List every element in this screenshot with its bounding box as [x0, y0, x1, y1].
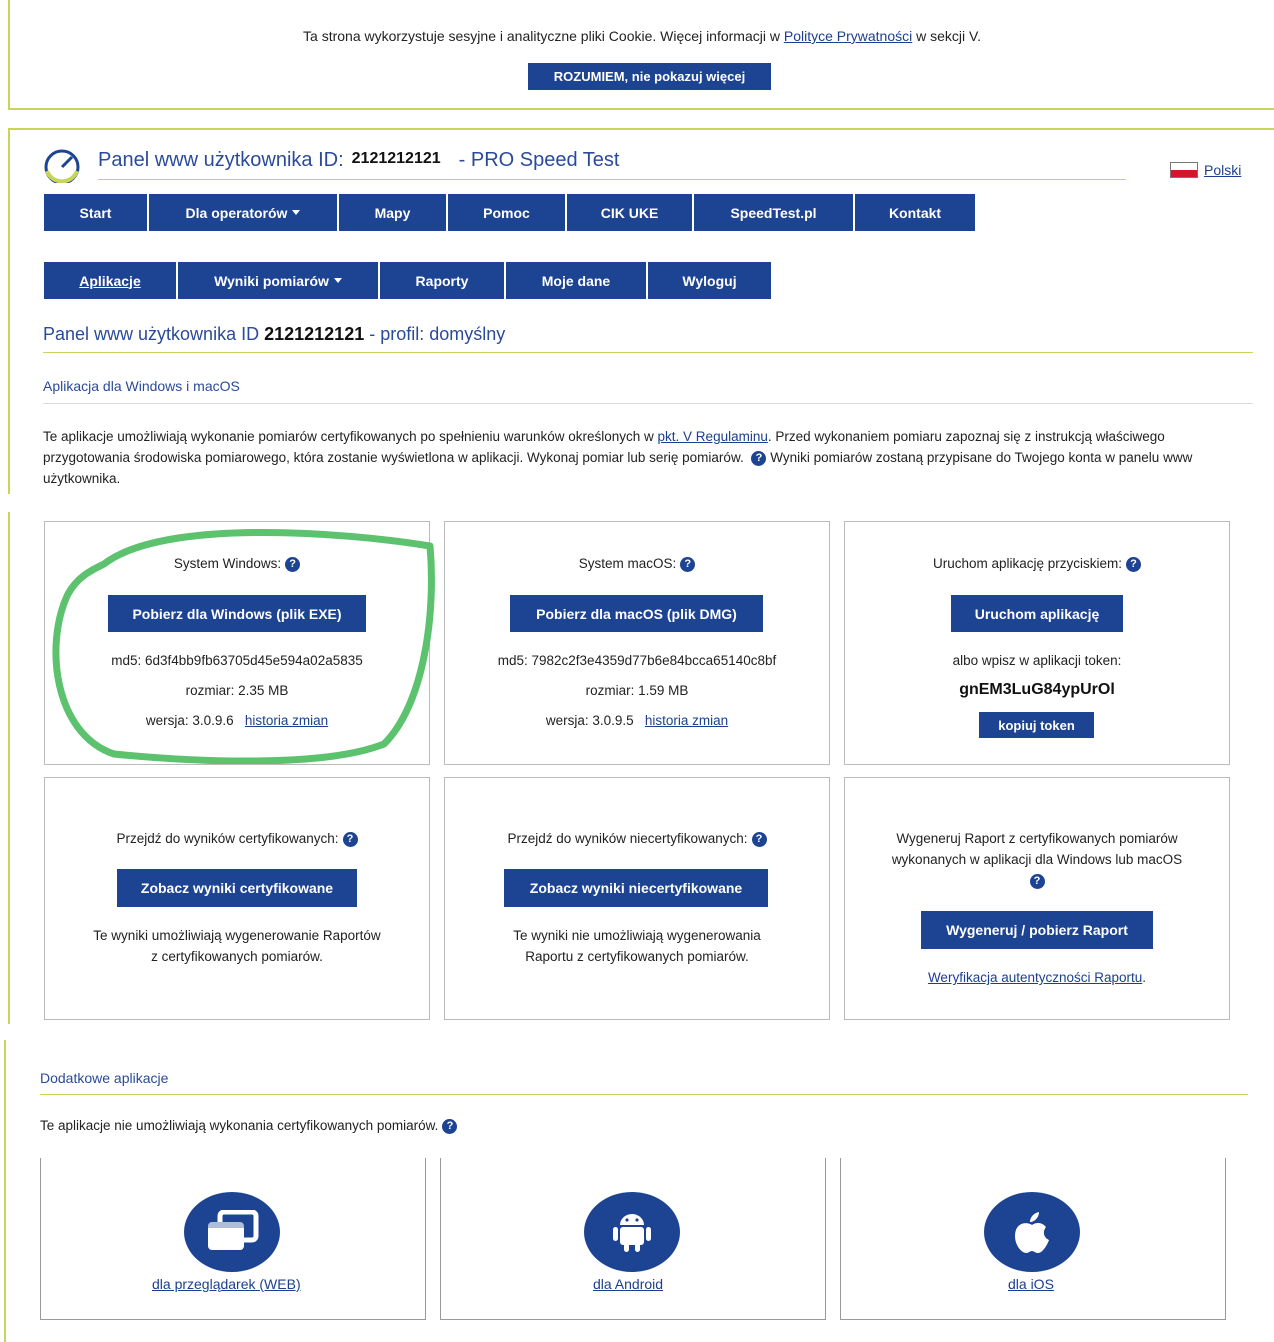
help-icon[interactable]: ?: [680, 556, 696, 572]
launch-app-button[interactable]: Uruchom aplikację: [951, 595, 1123, 632]
android-app-column: dla Android: [440, 1158, 826, 1320]
nav-contact[interactable]: Kontakt: [855, 194, 977, 231]
extra-divider: [40, 1094, 1248, 1095]
caret-down-icon: [333, 278, 342, 283]
user-id: 2121212121: [351, 150, 441, 167]
report-help: ?: [845, 873, 1229, 889]
verify-report-link[interactable]: Weryfikacja autentyczności Raportu: [928, 970, 1142, 985]
ios-app-column: dla iOS: [840, 1158, 1226, 1320]
panel-title: Panel www użytkownika ID: 2121212121- PRO…: [98, 149, 620, 171]
token-instruction: albo wpisz w aplikacji token:: [952, 653, 1122, 668]
download-macos-button[interactable]: Pobierz dla macOS (plik DMG): [510, 595, 763, 632]
nav-my-data[interactable]: Moje dane: [506, 262, 648, 299]
launch-card: Uruchom aplikację przyciskiem:? Uruchom …: [844, 521, 1230, 765]
section-divider: [43, 403, 1253, 404]
report-label-1: Wygeneruj Raport z certyfikowanych pomia…: [896, 831, 1178, 846]
help-icon[interactable]: ?: [751, 831, 767, 847]
browser-windows-icon[interactable]: [184, 1192, 280, 1272]
windows-history-link[interactable]: historia zmian: [245, 713, 328, 728]
grid-accent-border: [8, 512, 10, 1024]
certified-label: Przejdź do wyników certyfikowanych:?: [45, 831, 429, 847]
windows-md5: md5: 6d3f4bb9fb63705d45e594a02a5835: [111, 653, 363, 668]
generate-report-button[interactable]: Wygeneruj / pobierz Raport: [921, 911, 1153, 949]
macos-history-link[interactable]: historia zmian: [645, 713, 728, 728]
android-icon[interactable]: [584, 1192, 680, 1272]
help-icon[interactable]: ?: [1029, 873, 1045, 889]
help-icon[interactable]: ?: [442, 1118, 458, 1134]
nav-help[interactable]: Pomoc: [448, 194, 567, 231]
windows-version-row: wersja: 3.0.9.6 historia zmian: [145, 713, 329, 728]
nav-maps[interactable]: Mapy: [339, 194, 448, 231]
uncertified-results-button[interactable]: Zobacz wyniki niecertyfikowane: [504, 869, 768, 907]
section-heading: Aplikacja dla Windows i macOS: [43, 378, 240, 394]
macos-label: System macOS:?: [445, 556, 829, 572]
windows-label: System Windows:?: [45, 556, 429, 572]
ios-app-link[interactable]: dla iOS: [1008, 1276, 1054, 1292]
uncertified-note-1: Te wyniki nie umożliwiają wygenerowania: [513, 928, 761, 943]
web-app-column: dla przeglądarek (WEB): [40, 1158, 426, 1320]
report-card: Wygeneruj Raport z certyfikowanych pomia…: [844, 777, 1230, 1020]
apple-glyph: [1015, 1212, 1049, 1253]
token-value: gnEM3LuG84ypUrOl: [959, 681, 1115, 698]
help-icon[interactable]: ?: [285, 556, 301, 572]
verify-row: Weryfikacja autentyczności Raportu.: [927, 970, 1147, 985]
user-nav: Aplikacje Wyniki pomiarów Raporty Moje d…: [44, 262, 773, 299]
subtitle-divider: [43, 352, 1253, 353]
section-intro: Te aplikacje umożliwiają wykonanie pomia…: [43, 429, 1193, 486]
certified-note-2: z certyfikowanych pomiarów.: [151, 949, 323, 964]
extra-accent-border: [4, 1040, 6, 1342]
uncertified-note-2: Raportu z certyfikowanych pomiarów.: [525, 949, 749, 964]
nav-operators[interactable]: Dla operatorów: [149, 194, 339, 231]
certified-results-button[interactable]: Zobacz wyniki certyfikowane: [117, 869, 357, 907]
poland-flag-icon: [1170, 162, 1198, 178]
main-nav: Start Dla operatorów Mapy Pomoc CIK UKE …: [44, 194, 977, 231]
macos-md5: md5: 7982c2f3e4359d77b6e84bcca65140c8bf: [497, 653, 777, 668]
android-glyph: [613, 1214, 651, 1252]
cookie-bar: Ta strona wykorzystuje sesyjne i anality…: [8, 0, 1274, 110]
nav-speedtest[interactable]: SpeedTest.pl: [694, 194, 855, 231]
copy-token-button[interactable]: kopiuj token: [979, 712, 1094, 738]
macos-card: System macOS:? Pobierz dla macOS (plik D…: [444, 521, 830, 765]
certified-note-1: Te wyniki umożliwiają wygenerowanie Rapo…: [93, 928, 381, 943]
speedometer-icon: [44, 149, 80, 183]
macos-version-row: wersja: 3.0.9.5 historia zmian: [545, 713, 729, 728]
macos-size: rozmiar: 1.59 MB: [585, 683, 689, 698]
nav-reports[interactable]: Raporty: [380, 262, 506, 299]
nav-results[interactable]: Wyniki pomiarów: [178, 262, 380, 299]
language-switcher[interactable]: Polski: [1170, 162, 1241, 178]
uncertified-card: Przejdź do wyników niecertyfikowanych:? …: [444, 777, 830, 1020]
privacy-policy-link[interactable]: Polityce Prywatności: [784, 28, 912, 44]
extra-heading: Dodatkowe aplikacje: [40, 1070, 169, 1086]
language-link[interactable]: Polski: [1204, 162, 1241, 178]
caret-down-icon: [292, 210, 301, 215]
nav-apps[interactable]: Aplikacje: [44, 262, 178, 299]
cookie-accept-button[interactable]: ROZUMIEM, nie pokazuj więcej: [528, 63, 771, 90]
nav-start[interactable]: Start: [44, 194, 149, 231]
help-icon[interactable]: ?: [342, 831, 358, 847]
report-label-2: wykonanych w aplikacji dla Windows lub m…: [891, 852, 1183, 867]
help-icon[interactable]: ?: [1126, 556, 1142, 572]
cookie-text: Ta strona wykorzystuje sesyjne i anality…: [303, 28, 981, 44]
download-windows-button[interactable]: Pobierz dla Windows (plik EXE): [108, 595, 366, 632]
title-divider: [98, 179, 1126, 180]
android-app-link[interactable]: dla Android: [593, 1276, 663, 1292]
web-app-link[interactable]: dla przeglądarek (WEB): [152, 1276, 301, 1292]
uncertified-label: Przejdź do wyników niecertyfikowanych:?: [445, 831, 829, 847]
launch-label: Uruchom aplikację przyciskiem:?: [845, 556, 1229, 572]
regulations-link[interactable]: pkt. V Regulaminu: [658, 429, 768, 444]
nav-logout[interactable]: Wyloguj: [648, 262, 773, 299]
help-icon[interactable]: ?: [751, 450, 767, 466]
extra-note: Te aplikacje nie umożliwiają wykonania c…: [40, 1118, 458, 1134]
browser-windows-glyph: [208, 1210, 259, 1250]
profile-subtitle: Panel www użytkownika ID 2121212121 - pr…: [43, 324, 506, 344]
nav-cik-uke[interactable]: CIK UKE: [567, 194, 694, 231]
apple-icon[interactable]: [984, 1192, 1080, 1272]
windows-card: System Windows:? Pobierz dla Windows (pl…: [44, 521, 430, 765]
windows-size: rozmiar: 2.35 MB: [185, 683, 289, 698]
certified-card: Przejdź do wyników certyfikowanych:? Zob…: [44, 777, 430, 1020]
